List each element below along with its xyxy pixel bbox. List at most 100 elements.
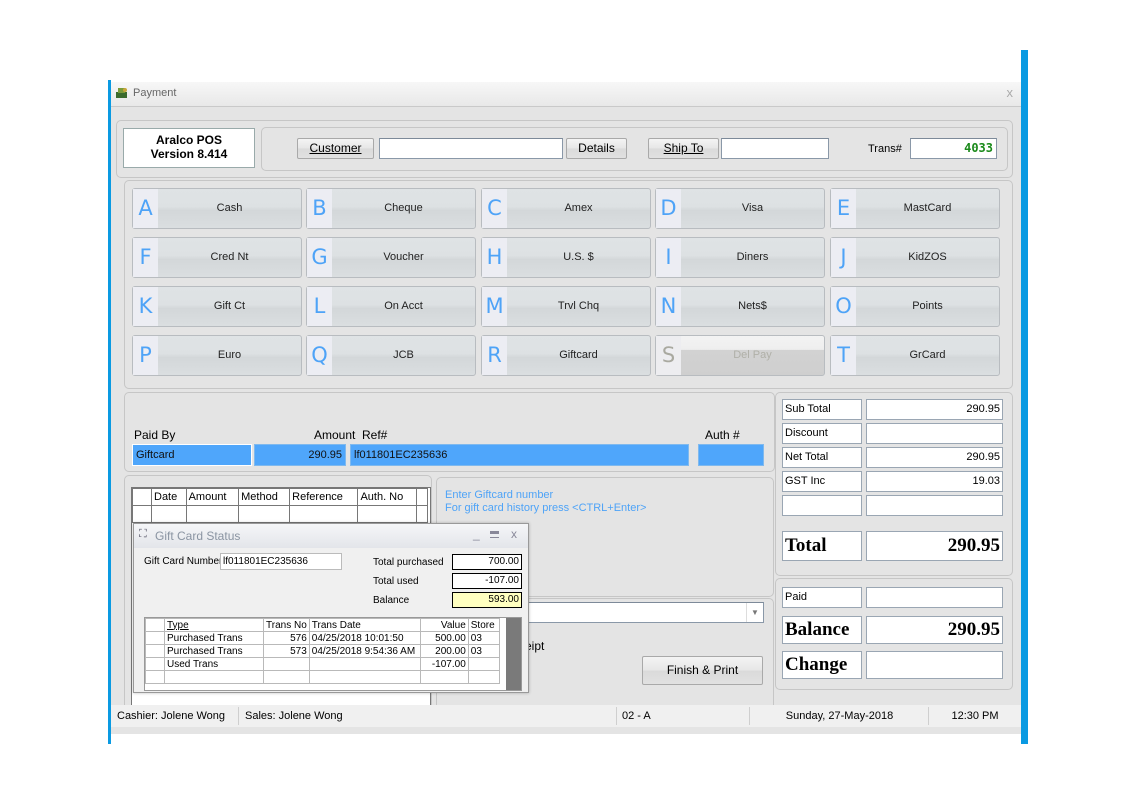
shortcut-key: N	[656, 287, 681, 326]
col-method[interactable]: Method	[238, 488, 291, 506]
amount-field[interactable]: 290.95	[254, 444, 346, 466]
pay-method-kidzos[interactable]: J KidZOS	[830, 237, 1000, 278]
pay-method-label: Euro	[217, 349, 242, 361]
pay-method-visa[interactable]: D Visa	[655, 188, 825, 229]
shortcut-key: H	[482, 238, 507, 277]
scrollbar[interactable]	[506, 618, 521, 690]
cell-store	[467, 657, 500, 671]
pay-method-cheque[interactable]: B Cheque	[306, 188, 476, 229]
col-trans-no[interactable]: Trans No	[263, 618, 310, 632]
shortcut-key: K	[133, 287, 158, 326]
row-header[interactable]	[145, 644, 165, 658]
total-used-label: Total used	[373, 576, 419, 587]
sales-status: Sales: Jolene Wong	[241, 707, 617, 725]
pay-method-euro[interactable]: P Euro	[132, 335, 302, 376]
auth-label: Auth #	[705, 428, 740, 442]
details-button[interactable]: Details	[566, 138, 627, 159]
table-row[interactable]: Used Trans -107.00	[145, 657, 500, 671]
close-icon[interactable]: x	[1007, 85, 1014, 100]
cell-trans-date: 04/25/2018 9:54:36 AM	[308, 644, 421, 658]
balance-label: Balance	[782, 616, 862, 644]
cell-value: 500.00	[419, 631, 469, 645]
chevron-down-icon[interactable]: ▼	[746, 603, 763, 622]
table-row[interactable]: Purchased Trans 576 04/25/2018 10:01:50 …	[145, 631, 500, 645]
customer-input[interactable]	[379, 138, 563, 159]
pay-method-amex[interactable]: C Amex	[481, 188, 651, 229]
cell-type: Purchased Trans	[164, 644, 264, 658]
col-date[interactable]: Date	[151, 488, 187, 506]
pay-method-points[interactable]: O Points	[830, 286, 1000, 327]
shortcut-key: Q	[307, 336, 332, 375]
col-store[interactable]: Store	[467, 618, 500, 632]
gst-value: 19.03	[866, 471, 1003, 492]
row-header[interactable]	[145, 657, 165, 671]
ref-label: Ref#	[362, 428, 388, 442]
title-bar[interactable]: Payment x	[111, 82, 1021, 107]
shortcut-key: A	[133, 189, 158, 228]
cell-value: 200.00	[419, 644, 469, 658]
pay-method-label: Giftcard	[559, 349, 598, 361]
pay-method-nets[interactable]: N Nets$	[655, 286, 825, 327]
paid-label: Paid	[782, 587, 862, 608]
gift-card-history-table: Type Trans No Trans Date Value Store Pur…	[145, 618, 500, 684]
maximize-icon[interactable]	[490, 531, 499, 538]
pay-method-cred-nt[interactable]: F Cred Nt	[132, 237, 302, 278]
total-purchased-value: 700.00	[452, 554, 522, 570]
discount-label: Discount	[782, 423, 862, 444]
pay-method-label: KidZOS	[908, 251, 947, 263]
col-reference[interactable]: Reference	[289, 488, 359, 506]
pay-method-on-acct[interactable]: L On Acct	[306, 286, 476, 327]
pay-method-del-pay: S Del Pay	[655, 335, 825, 376]
customer-button[interactable]: Customer	[297, 138, 374, 159]
col-auth-no[interactable]: Auth. No	[357, 488, 417, 506]
gst-label: GST Inc	[782, 471, 862, 492]
pay-method-label: Diners	[736, 251, 769, 263]
paid-value	[866, 587, 1003, 608]
total-purchased-label: Total purchased	[373, 557, 444, 568]
col-type[interactable]: Type	[164, 618, 264, 632]
cell-trans-no	[263, 657, 310, 671]
shortcut-key: T	[831, 336, 856, 375]
pay-method-label: Cash	[216, 202, 243, 214]
paid-by-field[interactable]: Giftcard	[132, 444, 252, 466]
pay-method-diners[interactable]: I Diners	[655, 237, 825, 278]
ship-to-input[interactable]	[721, 138, 829, 159]
pay-method-label: MastCard	[903, 202, 952, 214]
popup-title-bar[interactable]: ⛶ Gift Card Status _ x	[134, 524, 528, 548]
gift-card-status-window[interactable]: ⛶ Gift Card Status _ x Gift Card Number …	[133, 523, 529, 693]
pay-method-voucher[interactable]: G Voucher	[306, 237, 476, 278]
station-status: 02 - A	[618, 707, 750, 725]
pay-method-trvl-chq[interactable]: M Trvl Chq	[481, 286, 651, 327]
ref-field[interactable]: lf011801EC235636	[350, 444, 689, 466]
pay-method-gift-ct[interactable]: K Gift Ct	[132, 286, 302, 327]
close-icon[interactable]: x	[511, 527, 517, 541]
pay-method-giftcard[interactable]: R Giftcard	[481, 335, 651, 376]
pay-method-mastcard[interactable]: E MastCard	[830, 188, 1000, 229]
right-accent-bar	[1021, 50, 1028, 744]
blank-value	[866, 495, 1003, 516]
gift-card-history-area: Type Trans No Trans Date Value Store Pur…	[144, 617, 522, 691]
ship-to-button[interactable]: Ship To	[648, 138, 719, 159]
row-header[interactable]	[145, 631, 165, 645]
card-number-input[interactable]: lf011801EC235636	[220, 553, 342, 570]
col-amount[interactable]: Amount	[185, 488, 240, 506]
pay-method-label: Cred Nt	[210, 251, 249, 263]
pay-method-cash[interactable]: A Cash	[132, 188, 302, 229]
cell-type: Purchased Trans	[164, 631, 264, 645]
col-value[interactable]: Value	[419, 618, 469, 632]
col-trans-date[interactable]: Trans Date	[308, 618, 421, 632]
finish-print-button[interactable]: Finish & Print	[642, 656, 763, 685]
shortcut-key: O	[831, 287, 856, 326]
auth-field[interactable]	[698, 444, 764, 466]
pay-method-jcb[interactable]: Q JCB	[306, 335, 476, 376]
pay-method-label: On Acct	[384, 300, 423, 312]
pay-method-grcard[interactable]: T GrCard	[830, 335, 1000, 376]
pay-method-label: Amex	[564, 202, 593, 214]
minimize-icon[interactable]: _	[473, 527, 480, 541]
hint-line-1: Enter Giftcard number	[445, 489, 554, 501]
hint-line-2: For gift card history press <CTRL+Enter>	[445, 502, 647, 514]
table-row[interactable]: Purchased Trans 573 04/25/2018 9:54:36 A…	[145, 644, 500, 658]
pay-method-u-s[interactable]: H U.S. $	[481, 237, 651, 278]
table-row[interactable]	[145, 670, 500, 684]
table-row[interactable]	[132, 505, 428, 523]
